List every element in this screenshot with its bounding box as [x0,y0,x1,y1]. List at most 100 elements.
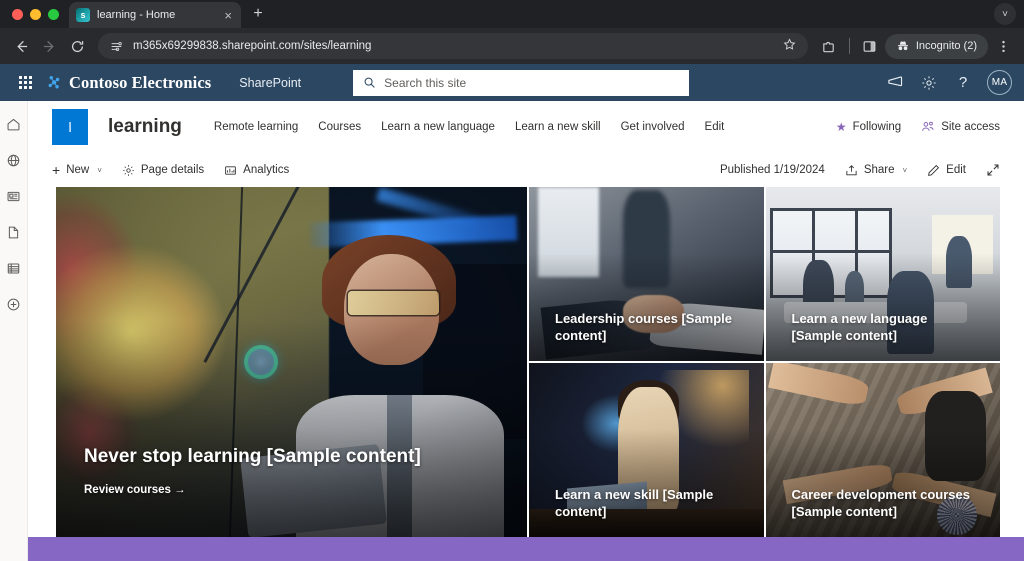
analytics-icon [224,164,237,177]
avatar[interactable]: MA [987,70,1012,95]
hero-tile-leadership-courses[interactable]: Leadership courses [Sample content] [529,187,764,361]
edit-button[interactable]: Edit [927,164,966,177]
site-header-actions: ★ Following Site access [836,120,1024,134]
hero-tile-career-development-courses[interactable]: Career development courses [Sample conte… [765,363,1000,537]
star-icon[interactable] [783,38,796,54]
list-icon[interactable] [5,259,23,277]
published-status: Published 1/19/2024 [719,164,825,176]
close-window-button[interactable] [12,9,23,20]
hero-main-text: Never stop learning [Sample content] Rev… [84,444,487,501]
hero-main-scrim [56,320,527,537]
close-icon[interactable]: × [222,9,234,22]
browser-toolbar: m365x69299838.sharepoint.com/sites/learn… [0,28,1024,64]
search-icon [363,76,376,89]
gear-icon [122,164,135,177]
page-title[interactable]: learning [108,116,182,138]
nav-edit[interactable]: Edit [705,121,725,133]
incognito-indicator[interactable]: Incognito (2) [884,33,988,59]
nav-remote-learning[interactable]: Remote learning [214,121,298,133]
hero-tile-row-top: Leadership courses [Sample content] Lear… [529,187,1000,361]
site-navigation: Remote learning Courses Learn a new lang… [214,121,724,133]
site-header: l learning Remote learning Courses Learn… [28,101,1024,153]
address-bar[interactable]: m365x69299838.sharepoint.com/sites/learn… [98,33,808,59]
site-access-button[interactable]: Site access [921,120,1000,134]
create-icon[interactable] [5,295,23,313]
megaphone-icon[interactable] [885,73,905,93]
new-label: New [66,164,90,176]
hero-web-part: Never stop learning [Sample content] Rev… [28,187,1024,537]
nav-get-involved[interactable]: Get involved [621,121,685,133]
nav-learn-a-new-skill[interactable]: Learn a new skill [515,121,601,133]
gear-icon[interactable] [919,73,939,93]
window-controls [10,9,69,28]
minimize-window-button[interactable] [30,9,41,20]
analytics-button[interactable]: Analytics [224,164,289,177]
hero-main-tile[interactable]: Never stop learning [Sample content] Rev… [56,187,527,537]
hero-tile-title: Learn a new language [Sample content] [791,310,928,344]
page-bottom-band [28,537,1024,561]
chevron-down-icon: ˅ [97,165,102,175]
hero-tile-title: Learn a new skill [Sample content] [555,486,714,520]
back-arrow-icon[interactable] [8,33,34,59]
share-button[interactable]: Share ˅ [845,164,907,177]
chevron-down-icon[interactable]: ˅ [994,3,1016,25]
maximize-window-button[interactable] [48,9,59,20]
page-details-button[interactable]: Page details [122,164,204,177]
hero-tile-grid: Leadership courses [Sample content] Lear… [529,187,1000,537]
people-icon [921,120,935,134]
site-search-box[interactable] [353,69,690,96]
full-screen-icon[interactable] [986,163,1000,177]
hero-tile-title: Leadership courses [Sample content] [555,310,733,344]
page-details-label: Page details [140,164,205,176]
forward-arrow-icon[interactable] [36,33,62,59]
analytics-label: Analytics [243,164,290,176]
plus-icon: + [52,162,61,178]
browser-tab[interactable]: s learning - Home × [69,2,241,28]
chevron-down-icon: ˅ [902,165,908,175]
help-icon[interactable]: ? [953,73,973,93]
globe-icon[interactable] [5,151,23,169]
brand-logo[interactable]: Contoso Electronics [46,73,211,93]
site-logo[interactable]: l [52,109,88,145]
hero-tile-learn-a-new-skill[interactable]: Learn a new skill [Sample content] [529,363,764,537]
brand-name: Contoso Electronics [69,72,212,92]
hero-tile-title: Career development courses [Sample conte… [791,486,970,520]
toolbar-divider [848,38,850,54]
site-access-label: Site access [941,121,1000,133]
page-icon[interactable] [5,223,23,241]
tab-title: learning - Home [97,9,176,21]
site-content: l learning Remote learning Courses Learn… [28,101,1024,561]
hero-main-title: Never stop learning [Sample content] [84,445,421,467]
browser-window: s learning - Home × + ˅ m365x69299838.sh… [0,0,1024,561]
office-suite-bar: Contoso Electronics SharePoint Search th… [0,64,1024,101]
contoso-logo-icon [46,74,63,91]
home-icon[interactable] [5,115,23,133]
app-launcher-icon[interactable] [12,70,38,96]
following-label: Following [852,121,902,133]
page-body: l learning Remote learning Courses Learn… [0,101,1024,561]
new-tab-button[interactable]: + [245,1,271,27]
share-icon [845,164,858,177]
side-panel-icon[interactable] [857,33,883,59]
suite-bar-actions: ? MA [885,70,1012,95]
extensions-icon[interactable] [816,33,842,59]
tune-icon[interactable] [110,40,123,53]
hero-tile-learn-a-new-language[interactable]: Learn a new language [Sample content] [765,187,1000,361]
news-icon[interactable] [5,187,23,205]
page-viewport: Contoso Electronics SharePoint Search th… [0,64,1024,561]
kebab-menu-icon[interactable] [990,33,1016,59]
search-input[interactable] [384,75,680,90]
following-button[interactable]: ★ Following [836,120,901,134]
new-button[interactable]: + New ˅ [52,162,102,178]
reload-icon[interactable] [64,33,90,59]
nav-courses[interactable]: Courses [318,121,361,133]
nav-learn-a-new-language[interactable]: Learn a new language [381,121,495,133]
app-rail [0,101,28,561]
incognito-label: Incognito (2) [915,40,977,52]
tab-strip: s learning - Home × + ˅ [0,0,1024,28]
suite-app-name[interactable]: SharePoint [239,76,301,90]
hero-tile-row-bottom: Learn a new skill [Sample content] Caree… [529,363,1000,537]
url-text: m365x69299838.sharepoint.com/sites/learn… [133,40,372,52]
share-label: Share [863,164,895,176]
hero-main-cta[interactable]: Review courses → [84,483,186,499]
